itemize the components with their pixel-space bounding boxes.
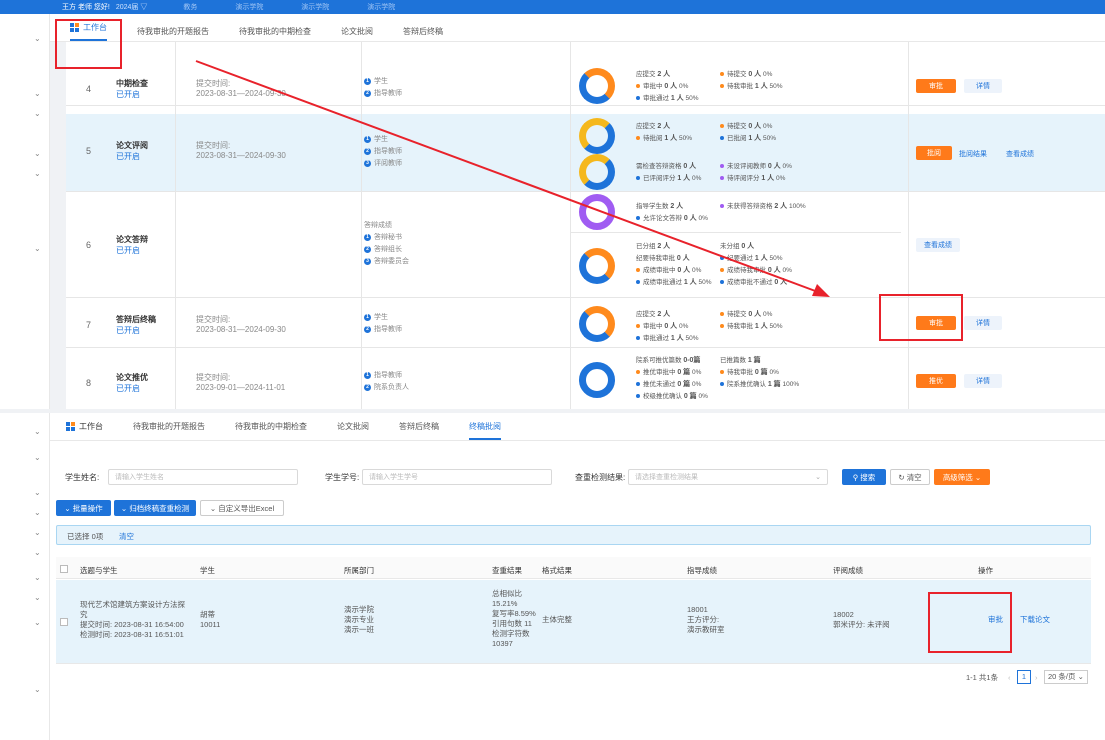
rewrite-rate: 复写率8.59% — [492, 609, 536, 618]
pager-total: 1-1 共1条 — [966, 673, 999, 682]
char-count-label: 检测字符数 — [492, 629, 530, 638]
col-header: 操作 — [978, 566, 993, 575]
archive-check-button[interactable]: ⌄ 归档终稿查重检测 — [114, 500, 196, 516]
tab-proposal[interactable]: 待我审批的开题报告 — [133, 421, 205, 432]
chevron-down-icon: ⌄ — [972, 472, 982, 482]
col-header: 所属部门 — [344, 566, 374, 575]
topic-title: 现代艺术馆建筑方案设计方法探究 — [80, 600, 185, 619]
guide-scorer: 王方评分: — [687, 615, 720, 624]
selected-count: 已选择 0项 — [67, 532, 104, 541]
chevron-down-icon[interactable]: ⌄ — [34, 548, 41, 557]
download-paper-link[interactable]: 下载论文 — [1020, 615, 1050, 625]
export-excel-button[interactable]: ⌄ 自定义导出Excel — [200, 500, 284, 516]
prev-page-icon[interactable]: ‹ — [1008, 673, 1011, 683]
tab-midterm[interactable]: 待我审批的中期检查 — [235, 421, 307, 432]
check-time: 检测时间: 2023-08-31 16:51:01 — [80, 630, 184, 639]
similarity-label: 总相似比 — [492, 589, 522, 598]
tab-paper-review[interactable]: 论文批阅 — [337, 421, 369, 432]
student-id: 10011 — [200, 620, 221, 629]
student-name: 胡蒂 — [200, 610, 215, 619]
chevron-down-icon[interactable]: ⌄ — [34, 685, 41, 694]
chevron-down-icon[interactable]: ⌄ — [34, 508, 41, 517]
row-checkbox[interactable] — [60, 618, 68, 626]
review-scorer: 郭米评分: 未评阅 — [833, 620, 890, 629]
similarity-value: 15.21% — [492, 599, 518, 608]
highlight-box — [928, 592, 1012, 653]
col-header: 评阅成绩 — [833, 566, 863, 575]
chevron-down-icon[interactable]: ⌄ — [34, 618, 41, 627]
chevron-down-icon[interactable]: ⌄ — [34, 573, 41, 582]
chevron-down-icon[interactable]: ⌄ — [34, 427, 41, 436]
page-number[interactable]: 1 — [1017, 670, 1031, 684]
batch-action-button[interactable]: ⌄ 批量操作 — [56, 500, 111, 516]
col-header: 查重结果 — [492, 566, 522, 575]
col-header: 选题与学生 — [80, 566, 118, 575]
tab-bar-bottom: 工作台 待我审批的开题报告 待我审批的中期检查 论文批阅 答辩后终稿 终稿批阅 — [50, 413, 1105, 441]
char-count-value: 10397 — [492, 639, 513, 648]
chevron-down-icon: ⌄ — [209, 503, 219, 513]
chevron-down-icon: ⌄ — [815, 474, 821, 481]
student-name-input[interactable]: 请输入学生姓名 — [108, 469, 298, 485]
review-score: 18002 — [833, 610, 854, 619]
dept-college: 演示学院 — [344, 605, 374, 614]
reset-icon: ↻ — [898, 472, 907, 482]
next-page-icon[interactable]: › — [1035, 673, 1038, 683]
student-id-input[interactable]: 请输入学生学号 — [362, 469, 552, 485]
format-result: 主体完整 — [542, 615, 572, 624]
student-id-label: 学生学号: — [325, 473, 360, 482]
tab-final-draft[interactable]: 答辩后终稿 — [399, 421, 439, 432]
citation-count: 引用句数 11 — [492, 619, 532, 628]
sidebar-rail-bottom: ⌄ ⌄ ⌄ ⌄ ⌄ ⌄ ⌄ ⌄ ⌄ ⌄ — [0, 413, 50, 740]
page-size-select[interactable]: 20 条/页 ⌄ — [1044, 670, 1088, 684]
chevron-down-icon[interactable]: ⌄ — [34, 453, 41, 462]
dept-class: 演示一班 — [344, 625, 374, 634]
grid-icon — [66, 422, 75, 431]
col-header: 学生 — [200, 566, 215, 575]
chevron-down-icon: ⌄ — [64, 503, 73, 513]
check-result-select[interactable]: 请选择查重检测结果 ⌄ — [628, 469, 828, 485]
selection-bar: 已选择 0项 清空 — [56, 525, 1091, 545]
student-name-label: 学生姓名: — [65, 473, 100, 482]
select-all-checkbox[interactable] — [60, 565, 68, 573]
tab-workbench[interactable]: 工作台 — [66, 421, 103, 432]
guide-score: 18001 — [687, 605, 708, 614]
clear-button[interactable]: ↻ 清空 — [890, 469, 930, 485]
advanced-filter-button[interactable]: 高级筛选 ⌄ — [934, 469, 990, 485]
tab-final-review[interactable]: 终稿批阅 — [469, 414, 501, 440]
dept-major: 演示专业 — [344, 615, 374, 624]
final-review-panel: 学生姓名: 请输入学生姓名 学生学号: 请输入学生学号 查重检测结果: 请选择查… — [50, 441, 1105, 740]
col-header: 指导成绩 — [687, 566, 717, 575]
submit-time: 提交时间: 2023-08-31 16:54:00 — [80, 620, 184, 629]
check-result-label: 查重检测结果: — [575, 473, 626, 482]
guide-dept: 演示教研室 — [687, 625, 725, 634]
clear-selection-link[interactable]: 清空 — [119, 531, 134, 542]
chevron-down-icon[interactable]: ⌄ — [34, 528, 41, 537]
tab-label: 工作台 — [79, 422, 103, 431]
chevron-down-icon[interactable]: ⌄ — [34, 488, 41, 497]
search-icon: ⚲ — [852, 472, 861, 482]
chevron-down-icon[interactable]: ⌄ — [34, 593, 41, 602]
col-header: 格式结果 — [542, 566, 572, 575]
chevron-down-icon: ⌄ — [120, 503, 130, 513]
search-button[interactable]: ⚲ 搜索 — [842, 469, 886, 485]
